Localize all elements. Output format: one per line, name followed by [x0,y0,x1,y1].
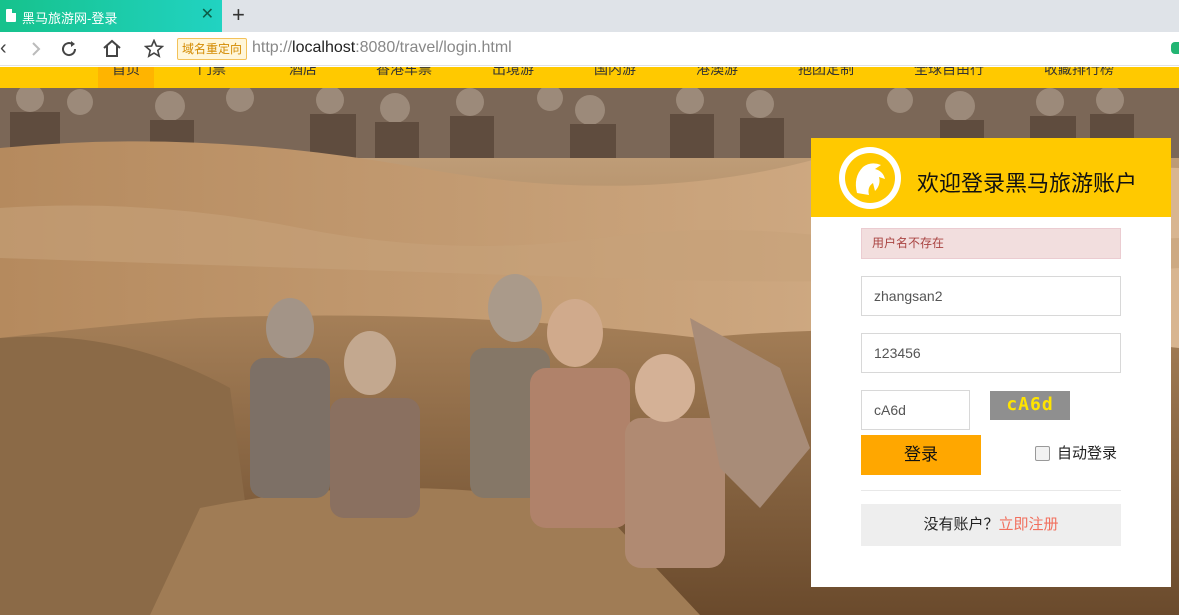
redirect-badge[interactable]: 域名重定向 [177,38,248,60]
logo-icon [839,147,901,209]
url-text[interactable]: http://localhost:8080/travel/login.html [252,39,512,57]
web-page: 首页 门票 酒店 香港车票 出境游 国内游 港澳游 抱团定制 全球自由行 收藏排… [0,67,1179,615]
login-button[interactable]: 登录 [861,435,981,475]
forward-icon[interactable] [30,41,42,57]
address-bar: ‹ 域名重定向 http://localhost:8080/travel/log… [0,32,1179,66]
register-link[interactable]: 立即注册 [999,516,1059,533]
nav-item-hk-macau[interactable]: 港澳游 [696,67,738,88]
reload-icon[interactable] [60,40,78,58]
logo-inner [845,153,895,203]
tab-title: 黑马旅游网-登录 [22,11,118,26]
auto-login-checkbox[interactable] [1035,446,1050,461]
no-account-text: 没有账户？ [923,516,999,533]
new-tab-button[interactable]: + [232,3,245,27]
nav-item-free-travel[interactable]: 全球自由行 [914,67,984,88]
captcha-text: cA6d [1006,394,1054,415]
browser-tab[interactable]: 黑马旅游网-登录 ✕ [0,0,222,32]
nav-item-hotels[interactable]: 酒店 [289,67,317,88]
url-host: localhost [292,39,356,56]
browser-tab-bar: 黑马旅游网-登录 ✕ + [0,0,1179,32]
page-icon [6,9,16,22]
nav-item-tickets[interactable]: 门票 [198,67,226,88]
nav-item-hk-bus[interactable]: 香港车票 [376,67,432,88]
nav-item-custom[interactable]: 抱团定制 [798,67,854,88]
register-bar: 没有账户？立即注册 [861,504,1121,546]
divider [861,490,1121,491]
login-header: 欢迎登录黑马旅游账户 [811,138,1171,217]
tab-close-icon[interactable]: ✕ [201,6,214,24]
login-panel: 欢迎登录黑马旅游账户 用户名不存在 cA6d 登录 自动登录 没有账户？立即注册 [811,138,1171,587]
auto-login-label: 自动登录 [1057,445,1118,462]
captcha-input[interactable] [861,390,970,430]
nav-item-domestic[interactable]: 国内游 [594,67,636,88]
url-scheme: http:// [252,39,293,56]
home-icon[interactable] [102,39,122,58]
login-title: 欢迎登录黑马旅游账户 [917,171,1138,196]
back-icon[interactable]: ‹ [0,37,7,59]
password-input[interactable] [861,333,1121,373]
site-navbar: 首页 门票 酒店 香港车票 出境游 国内游 港澳游 抱团定制 全球自由行 收藏排… [0,67,1179,88]
captcha-image[interactable]: cA6d [990,391,1070,420]
error-message: 用户名不存在 [861,228,1121,259]
username-input[interactable] [861,276,1121,316]
url-path: :8080/travel/login.html [355,39,512,56]
star-icon[interactable] [144,39,164,58]
horse-emblem-icon [855,163,885,195]
extension-icon[interactable] [1171,42,1179,54]
nav-item-ranking[interactable]: 收藏排行榜 [1044,67,1114,88]
nav-item-home[interactable]: 首页 [98,67,154,88]
nav-item-outbound[interactable]: 出境游 [492,67,534,88]
